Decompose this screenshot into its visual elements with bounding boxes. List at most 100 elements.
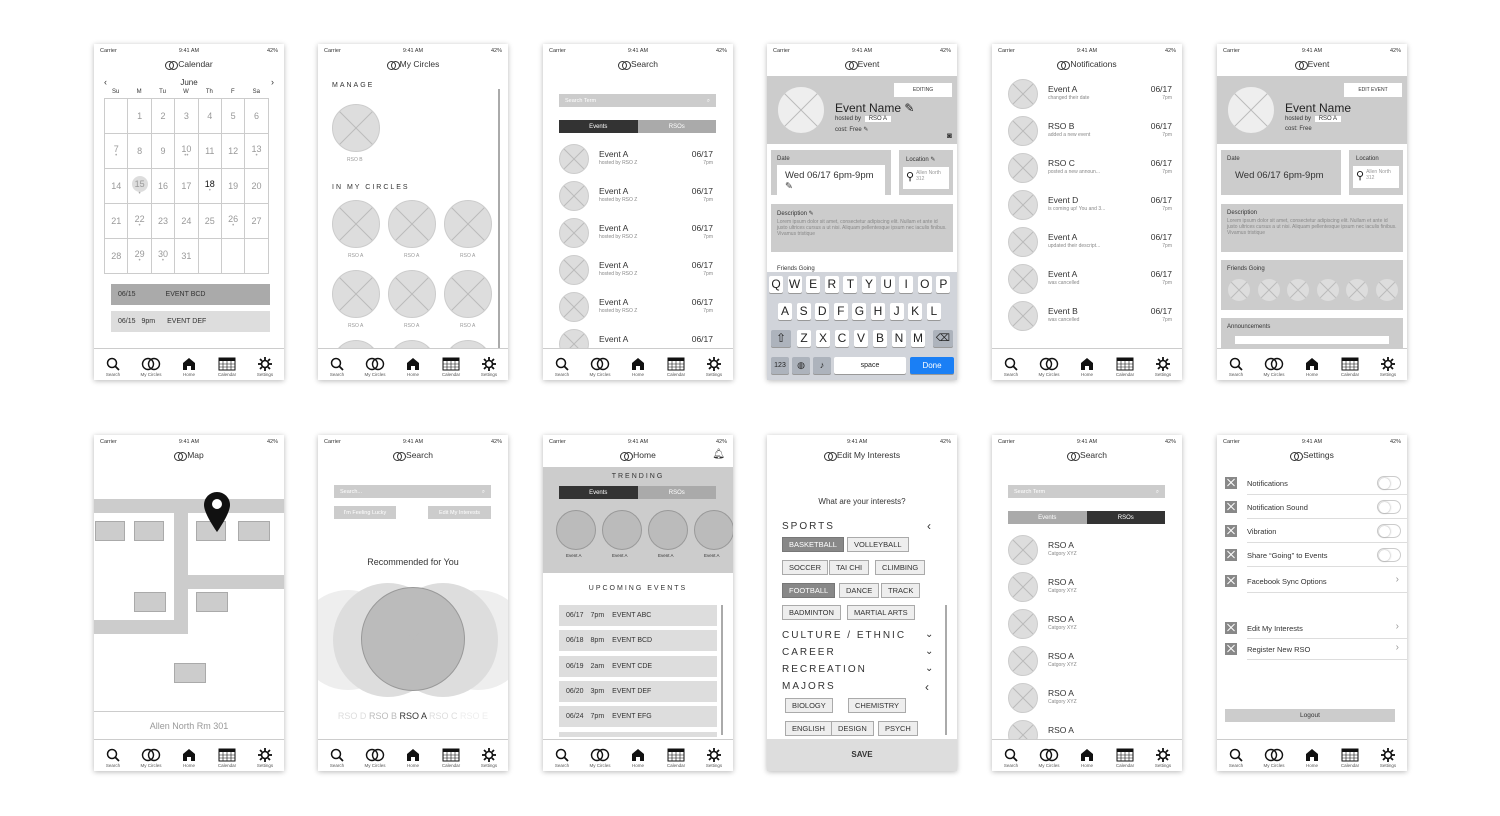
notification-title[interactable]: Event A bbox=[1048, 232, 1077, 242]
segmented-control[interactable]: Events RSOs bbox=[559, 120, 716, 133]
rso-avatar[interactable] bbox=[1008, 535, 1038, 565]
tab-settings[interactable]: Settings bbox=[246, 740, 284, 771]
tab-calendar[interactable]: Calendar bbox=[432, 740, 470, 771]
calendar-day[interactable]: 21 bbox=[103, 203, 129, 239]
tab-home[interactable]: Home bbox=[394, 349, 432, 380]
notification-avatar[interactable] bbox=[1008, 190, 1038, 220]
tab-calendar[interactable]: Calendar bbox=[1331, 349, 1369, 380]
calendar-day[interactable]: 28 bbox=[103, 238, 129, 274]
prev-month-icon[interactable]: ‹ bbox=[104, 77, 107, 87]
tab-home[interactable]: Home bbox=[1068, 349, 1106, 380]
key-z[interactable]: Z bbox=[797, 330, 811, 347]
tab-settings[interactable]: Settings bbox=[1144, 740, 1182, 771]
calendar-event-2[interactable]: 06/15 9pm EVENT DEF bbox=[111, 311, 270, 332]
calendar-day[interactable]: 14 bbox=[103, 168, 129, 204]
major-chip[interactable]: ENGLISH bbox=[785, 721, 832, 736]
tab-my-circles[interactable]: My Circles bbox=[1030, 740, 1068, 771]
map-pin-icon[interactable] bbox=[204, 492, 230, 532]
circle-avatar[interactable] bbox=[332, 104, 380, 152]
tab-rsos[interactable]: RSOs bbox=[637, 120, 716, 133]
hosted-by[interactable]: hosted by RSO A bbox=[1285, 116, 1342, 122]
tab-search[interactable]: Search bbox=[318, 349, 356, 380]
calendar-day[interactable]: 4 bbox=[197, 98, 222, 134]
event-name[interactable]: Event A bbox=[599, 186, 628, 196]
rso-name[interactable]: RSO A bbox=[1048, 651, 1074, 661]
key-i[interactable]: I bbox=[899, 276, 914, 293]
calendar-day[interactable]: 23 bbox=[150, 203, 176, 239]
tab-my-circles[interactable]: My Circles bbox=[1255, 740, 1293, 771]
chevron-right-icon[interactable]: › bbox=[1396, 642, 1399, 653]
calendar-day[interactable]: 19 bbox=[220, 168, 246, 204]
tab-calendar[interactable]: Calendar bbox=[208, 349, 246, 380]
shift-key[interactable]: ⇧ bbox=[771, 330, 791, 347]
key-g[interactable]: G bbox=[852, 303, 867, 320]
calendar-day[interactable]: 5 bbox=[220, 98, 246, 134]
trending-event-avatar[interactable] bbox=[602, 510, 642, 550]
tab-home[interactable]: Home bbox=[170, 740, 208, 771]
rso-name[interactable]: RSO A bbox=[1048, 577, 1074, 587]
key-v[interactable]: V bbox=[854, 330, 868, 347]
sports-heading[interactable]: SPORTS bbox=[782, 521, 835, 532]
tab-search[interactable]: Search bbox=[1217, 740, 1255, 771]
key-q[interactable]: Q bbox=[769, 276, 783, 293]
key-p[interactable]: P bbox=[936, 276, 951, 293]
chevron-down-icon[interactable]: ⌄ bbox=[925, 646, 933, 657]
rso-avatar[interactable] bbox=[1008, 572, 1038, 602]
tab-settings[interactable]: Settings bbox=[1144, 349, 1182, 380]
event-avatar[interactable] bbox=[559, 144, 589, 174]
calendar-day[interactable]: 7 • bbox=[103, 133, 129, 169]
notification-avatar[interactable] bbox=[1008, 301, 1038, 331]
key-f[interactable]: F bbox=[833, 303, 848, 320]
calendar-day[interactable]: 3 bbox=[174, 98, 199, 134]
tab-my-circles[interactable]: My Circles bbox=[581, 740, 619, 771]
rso-name[interactable]: RSO A bbox=[1048, 725, 1074, 735]
calendar-day[interactable]: 6 bbox=[244, 98, 269, 134]
next-month-icon[interactable]: › bbox=[271, 77, 274, 87]
calendar-day[interactable]: 13 • bbox=[244, 133, 269, 169]
tab-settings[interactable]: Settings bbox=[695, 740, 733, 771]
tab-home[interactable]: Home bbox=[1068, 740, 1106, 771]
tab-settings[interactable]: Settings bbox=[246, 349, 284, 380]
tab-search[interactable]: Search bbox=[992, 740, 1030, 771]
key-u[interactable]: U bbox=[880, 276, 895, 293]
tab-home[interactable]: Home bbox=[170, 349, 208, 380]
calendar-day[interactable]: 31 bbox=[174, 238, 199, 274]
camera-icon[interactable]: ◙ bbox=[947, 131, 952, 140]
tab-events[interactable]: Events bbox=[559, 120, 638, 133]
tab-calendar[interactable]: Calendar bbox=[657, 740, 695, 771]
tab-calendar[interactable]: Calendar bbox=[208, 740, 246, 771]
checkbox-icon[interactable] bbox=[1225, 501, 1237, 513]
key-h[interactable]: H bbox=[871, 303, 885, 320]
calendar-day[interactable]: 22 • bbox=[127, 203, 152, 239]
circle-avatar[interactable] bbox=[444, 200, 492, 248]
friend-avatar[interactable] bbox=[1345, 278, 1369, 302]
key-x[interactable]: X bbox=[816, 330, 830, 347]
calendar-day[interactable]: 1 bbox=[127, 98, 152, 134]
tab-home[interactable]: Home bbox=[1293, 349, 1331, 380]
edit-interests-button[interactable]: Edit My Interests bbox=[428, 506, 491, 519]
calendar-day[interactable]: 24 bbox=[174, 203, 199, 239]
calendar-day[interactable]: 29 • bbox=[127, 238, 152, 274]
tab-search[interactable]: Search bbox=[318, 740, 356, 771]
key-o[interactable]: O bbox=[917, 276, 932, 293]
tab-events[interactable]: Events bbox=[1008, 511, 1087, 524]
tab-events[interactable]: Events bbox=[559, 486, 638, 499]
friend-avatar[interactable] bbox=[1315, 278, 1340, 302]
calendar-day[interactable]: 10 •• bbox=[174, 133, 199, 169]
upcoming-event-row[interactable]: 06/17 7pm EVENT ABC bbox=[559, 605, 717, 626]
tab-home[interactable]: Home bbox=[619, 740, 657, 771]
tab-my-circles[interactable]: My Circles bbox=[1255, 349, 1293, 380]
tab-rsos[interactable]: RSOs bbox=[1086, 511, 1165, 524]
interest-chip[interactable]: MARTIAL ARTS bbox=[847, 605, 915, 620]
event-name[interactable]: Event A bbox=[599, 149, 628, 159]
tab-my-circles[interactable]: My Circles bbox=[132, 740, 170, 771]
checkbox-icon[interactable] bbox=[1225, 643, 1237, 655]
interest-chip[interactable]: DANCE bbox=[839, 583, 880, 598]
save-button[interactable]: SAVE bbox=[767, 739, 957, 771]
notification-title[interactable]: Event D bbox=[1048, 195, 1078, 205]
interest-chip[interactable]: VOLLEYBALL bbox=[847, 537, 909, 552]
calendar-event-1[interactable]: 06/15 EVENT BCD bbox=[111, 284, 270, 305]
circle-avatar[interactable] bbox=[388, 200, 436, 248]
event-photo[interactable] bbox=[777, 86, 825, 134]
tab-my-circles[interactable]: My Circles bbox=[581, 349, 619, 380]
